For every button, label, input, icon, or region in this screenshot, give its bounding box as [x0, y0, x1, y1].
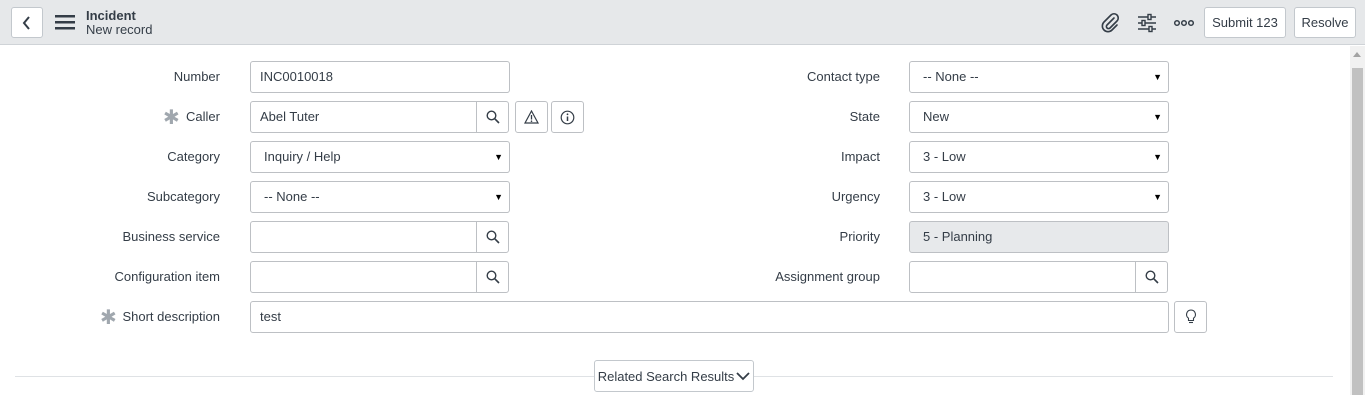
state-select[interactable]: New ▼: [909, 101, 1169, 133]
caller-label: Caller: [186, 109, 220, 124]
related-search-results-label: Related Search Results: [597, 368, 735, 384]
caller-lookup-button[interactable]: [476, 101, 509, 133]
form-header: Incident New record Submit 123 Resolve: [0, 0, 1365, 45]
subcategory-value: -- None --: [264, 189, 320, 204]
business-service-lookup-button[interactable]: [476, 221, 509, 253]
configuration-item-label: Configuration item: [114, 269, 221, 284]
more-options-icon: [1173, 19, 1195, 27]
chevron-down-icon: [736, 372, 750, 381]
paperclip-icon: [1101, 12, 1120, 33]
priority-field: 5 - Planning: [909, 221, 1169, 253]
related-search-results-button[interactable]: Related Search Results: [594, 360, 754, 392]
category-label: Category: [167, 149, 220, 164]
caller-warning-button[interactable]: [515, 101, 548, 133]
back-button[interactable]: [11, 7, 43, 38]
suggestion-button[interactable]: [1174, 301, 1207, 333]
short-description-field[interactable]: test: [250, 301, 1169, 333]
business-service-label: Business service: [122, 229, 220, 244]
priority-label: Priority: [839, 229, 880, 244]
dropdown-caret-icon: ▼: [494, 152, 503, 162]
settings-sliders-icon: [1138, 13, 1156, 33]
assignment-group-lookup-button[interactable]: [1135, 261, 1168, 293]
contact-type-value: -- None --: [923, 69, 979, 84]
category-value: Inquiry / Help: [264, 149, 341, 164]
dropdown-caret-icon: ▼: [1153, 112, 1162, 122]
configuration-item-field[interactable]: [250, 261, 477, 293]
contact-type-select[interactable]: -- None -- ▼: [909, 61, 1169, 93]
search-icon: [485, 110, 500, 124]
business-service-field[interactable]: [250, 221, 477, 253]
info-icon: [560, 110, 575, 124]
impact-label: Impact: [840, 149, 880, 164]
dropdown-caret-icon: ▼: [1153, 192, 1162, 202]
vertical-scrollbar[interactable]: [1350, 46, 1365, 395]
record-subtitle: New record: [86, 22, 153, 37]
record-title: Incident: [86, 8, 136, 23]
caller-info-button[interactable]: [551, 101, 584, 133]
state-label: State: [849, 109, 880, 124]
dropdown-caret-icon: ▼: [1153, 72, 1162, 82]
caller-field[interactable]: Abel Tuter: [250, 101, 477, 133]
more-options-button[interactable]: [1173, 12, 1195, 34]
warning-icon: [524, 110, 539, 124]
impact-select[interactable]: 3 - Low ▼: [909, 141, 1169, 173]
number-label: Number: [173, 69, 220, 84]
state-value: New: [923, 109, 950, 124]
urgency-value: 3 - Low: [923, 189, 966, 204]
back-icon: [22, 15, 30, 30]
dropdown-caret-icon: ▼: [1153, 152, 1162, 162]
impact-value: 3 - Low: [923, 149, 966, 164]
subcategory-select[interactable]: -- None -- ▼: [250, 181, 510, 213]
search-icon: [485, 230, 500, 244]
assignment-group-field[interactable]: [909, 261, 1136, 293]
short-description-label: Short description: [122, 309, 220, 324]
personalize-form-button[interactable]: [1136, 12, 1158, 34]
search-icon: [485, 270, 500, 284]
attachment-button[interactable]: [1099, 12, 1121, 34]
scrollbar-thumb[interactable]: [1352, 68, 1363, 395]
assignment-group-label: Assignment group: [775, 269, 880, 284]
urgency-select[interactable]: 3 - Low ▼: [909, 181, 1169, 213]
category-select[interactable]: Inquiry / Help ▼: [250, 141, 510, 173]
menu-icon[interactable]: [55, 14, 75, 30]
dropdown-caret-icon: ▼: [494, 192, 503, 202]
scroll-up-arrow-icon[interactable]: [1353, 52, 1361, 57]
number-field[interactable]: INC0010018: [250, 61, 510, 93]
contact-type-label: Contact type: [807, 69, 880, 84]
subcategory-label: Subcategory: [147, 189, 220, 204]
configuration-item-lookup-button[interactable]: [476, 261, 509, 293]
lightbulb-icon: [1185, 309, 1196, 324]
resolve-button[interactable]: Resolve: [1294, 7, 1356, 38]
submit-button[interactable]: Submit 123: [1204, 7, 1286, 38]
search-icon: [1144, 270, 1159, 284]
urgency-label: Urgency: [831, 189, 880, 204]
